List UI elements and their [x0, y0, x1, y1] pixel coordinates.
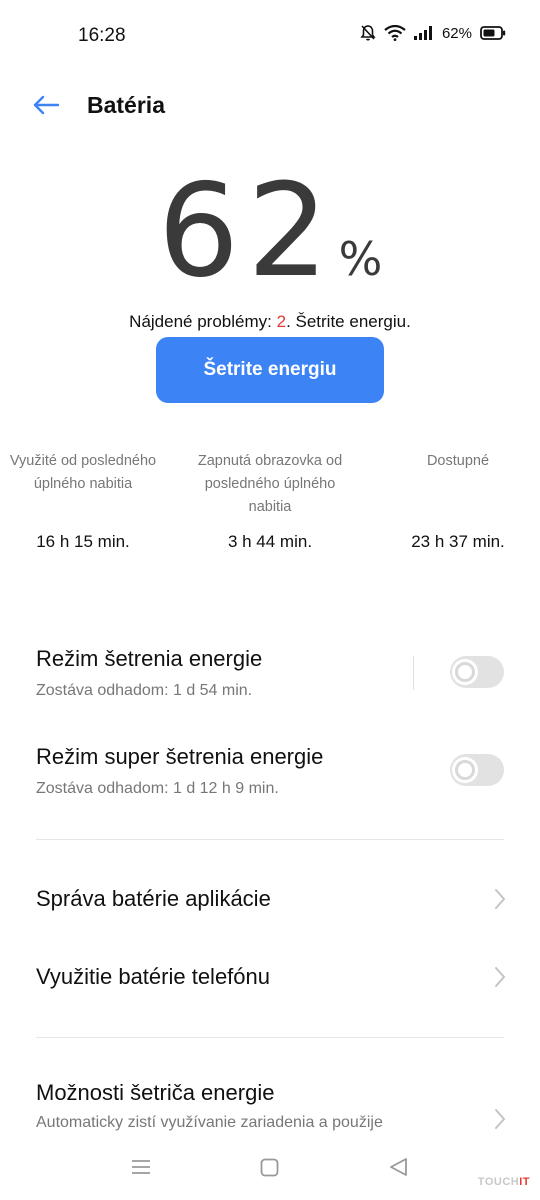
- arrow-left-icon: [33, 95, 60, 120]
- app-battery-management-item[interactable]: Správa batérie aplikácie: [36, 886, 506, 916]
- power-saving-setting[interactable]: Režim šetrenia energie Zostáva odhadom: …: [36, 646, 506, 700]
- stat-label: Zapnutá obrazovka od posledného úplného …: [197, 453, 343, 515]
- problems-count: 2: [276, 312, 287, 331]
- stat-value: 23 h 37 min.: [411, 532, 505, 551]
- divider: [413, 656, 414, 690]
- setting-subtitle: Zostáva odhadom: 1 d 54 min.: [36, 682, 253, 699]
- watermark-main: TOUCH: [477, 1176, 520, 1188]
- stat-value: 3 h 44 min.: [227, 532, 313, 551]
- save-energy-button[interactable]: Šetrite energiu: [156, 337, 384, 403]
- stat-screen-on: Zapnutá obrazovka od posledného úplného …: [190, 450, 350, 551]
- watermark-logo: TOUCHIT: [478, 1176, 530, 1188]
- stat-label: Dostupné: [426, 453, 490, 469]
- problems-prefix: Nájdené problémy:: [129, 312, 277, 331]
- toggle-knob: [455, 760, 475, 780]
- bell-off-icon: [360, 24, 376, 42]
- chevron-right-icon: [494, 966, 506, 993]
- divider: [36, 839, 504, 840]
- item-title: Využitie batérie telefónu: [36, 964, 270, 989]
- status-bar: 16:28 62%: [0, 0, 540, 72]
- battery-level-display: 62%: [0, 168, 540, 296]
- phone-battery-usage-item[interactable]: Využitie batérie telefónu: [36, 964, 506, 994]
- super-power-saving-toggle[interactable]: [450, 754, 504, 786]
- system-navigation-bar: [0, 1148, 540, 1188]
- setting-title: Režim super šetrenia energie: [36, 744, 324, 769]
- back-nav-button[interactable]: [388, 1157, 408, 1182]
- status-time: 16:28: [78, 25, 126, 46]
- wifi-icon: [384, 25, 406, 41]
- super-power-saving-setting[interactable]: Režim super šetrenia energie Zostáva odh…: [36, 744, 506, 798]
- stat-available: Dostupné 23 h 37 min.: [380, 450, 536, 551]
- status-icons: 62%: [360, 24, 506, 42]
- power-saving-toggle[interactable]: [450, 656, 504, 688]
- stat-value: 16 h 15 min.: [36, 532, 130, 551]
- stat-label: Využité od posledného úplného nabitia: [9, 453, 157, 492]
- item-title: Možnosti šetriča energie: [36, 1080, 275, 1105]
- item-title: Správa batérie aplikácie: [36, 886, 271, 911]
- signal-icon: [413, 26, 432, 40]
- problems-summary: Nájdené problémy: 2. Šetrite energiu.: [0, 312, 540, 332]
- battery-level-sign: %: [338, 232, 383, 286]
- setting-subtitle: Zostáva odhadom: 1 d 12 h 9 min.: [36, 780, 279, 797]
- battery-percent-text: 62%: [441, 24, 472, 42]
- stat-since-full-charge: Využité od posledného úplného nabitia 16…: [0, 450, 166, 551]
- watermark-accent: IT: [519, 1176, 530, 1188]
- battery-level-number: 62: [157, 157, 337, 306]
- battery-icon: [480, 26, 506, 40]
- page-title: Batéria: [87, 92, 165, 118]
- chevron-right-icon: [494, 1108, 506, 1135]
- home-nav-button[interactable]: [260, 1158, 279, 1182]
- power-saver-options-item[interactable]: Možnosti šetriča energie Automaticky zis…: [36, 1080, 506, 1140]
- chevron-right-icon: [494, 888, 506, 915]
- app-bar: Batéria: [0, 80, 540, 134]
- item-subtitle: Automaticky zistí využívanie zariadenia …: [36, 1114, 383, 1131]
- problems-suffix: . Šetrite energiu.: [286, 312, 411, 331]
- back-button[interactable]: [26, 90, 66, 124]
- setting-title: Režim šetrenia energie: [36, 646, 263, 671]
- divider: [36, 1037, 504, 1038]
- menu-nav-button[interactable]: [131, 1159, 151, 1180]
- toggle-knob: [455, 662, 475, 682]
